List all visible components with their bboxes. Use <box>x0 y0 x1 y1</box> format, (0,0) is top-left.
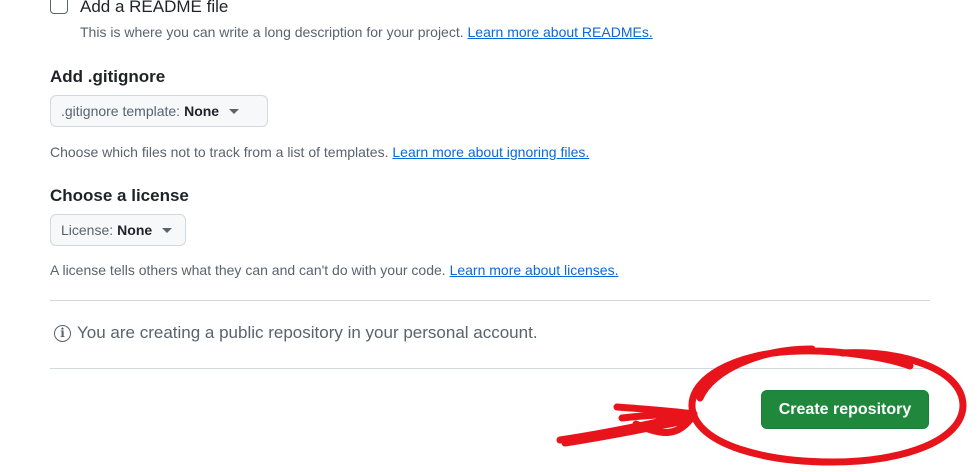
license-select-value: None <box>117 222 153 238</box>
annotation-arrow <box>556 403 698 447</box>
license-title: Choose a license <box>50 186 189 205</box>
divider <box>50 300 930 301</box>
gitignore-select-label: .gitignore template: <box>61 103 181 119</box>
license-help-row: A license tells others what they can and… <box>50 261 618 279</box>
readme-label: Add a README file <box>80 0 229 16</box>
notice-text: You are creating a public repository in … <box>77 323 538 342</box>
license-select[interactable]: License: None <box>50 214 186 246</box>
divider <box>50 368 930 369</box>
readme-description: This is where you can write a long descr… <box>80 24 464 40</box>
create-repository-button[interactable]: Create repository <box>761 390 929 429</box>
gitignore-help-row: Choose which files not to track from a l… <box>50 143 589 161</box>
readme-learn-more-link[interactable]: Learn more about READMEs. <box>468 24 653 40</box>
readme-description-row: This is where you can write a long descr… <box>80 23 653 41</box>
public-repo-notice: i You are creating a public repository i… <box>54 323 538 343</box>
gitignore-help: Choose which files not to track from a l… <box>50 144 389 160</box>
license-select-label: License: <box>61 222 114 238</box>
info-icon: i <box>54 324 71 342</box>
gitignore-template-select[interactable]: .gitignore template: None <box>50 95 268 127</box>
license-learn-more-link[interactable]: Learn more about licenses. <box>450 262 619 278</box>
license-help: A license tells others what they can and… <box>50 262 446 278</box>
chevron-down-icon <box>229 108 240 114</box>
gitignore-select-value: None <box>184 103 220 119</box>
gitignore-title: Add .gitignore <box>50 67 166 86</box>
chevron-down-icon <box>162 227 173 233</box>
gitignore-learn-more-link[interactable]: Learn more about ignoring files. <box>392 144 589 160</box>
readme-checkbox[interactable] <box>50 0 68 14</box>
